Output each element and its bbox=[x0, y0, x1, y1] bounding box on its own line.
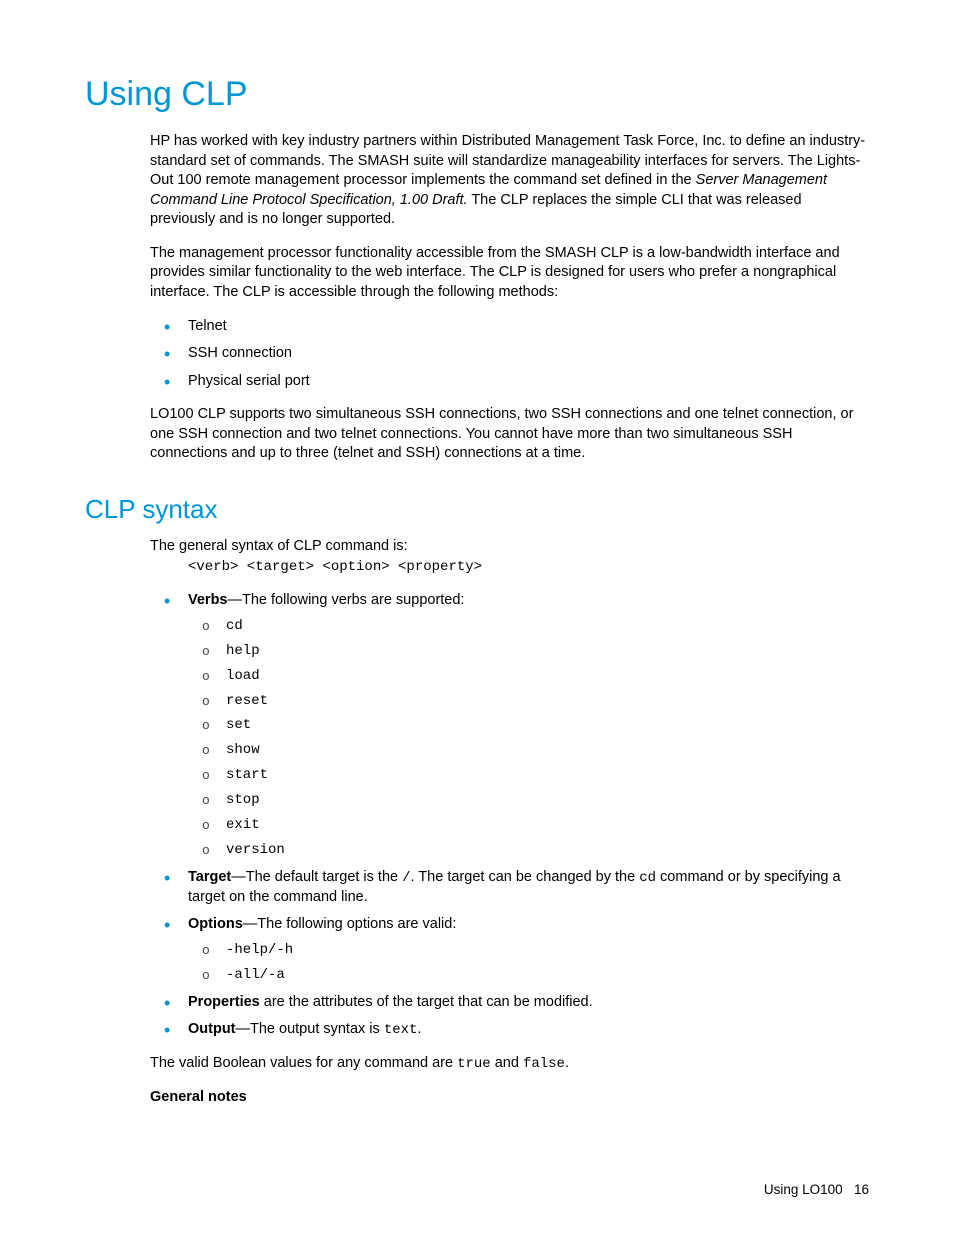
target-label: Target bbox=[188, 869, 231, 885]
access-methods-list: Telnet SSH connection Physical serial po… bbox=[150, 317, 869, 392]
list-item: SSH connection bbox=[150, 344, 869, 364]
bool-true: true bbox=[457, 1056, 491, 1072]
syntax-line: <verb> <target> <option> <property> bbox=[188, 558, 869, 577]
options-list: -help/-h -all/-a bbox=[188, 941, 869, 985]
list-item: Physical serial port bbox=[150, 372, 869, 392]
intro-paragraph-2: The management processor functionality a… bbox=[150, 244, 869, 303]
list-item: reset bbox=[188, 692, 869, 711]
syntax-components-list: Verbs—The following verbs are supported:… bbox=[150, 591, 869, 1040]
verbs-item: Verbs—The following verbs are supported:… bbox=[150, 591, 869, 859]
list-item: exit bbox=[188, 816, 869, 835]
properties-label: Properties bbox=[188, 994, 260, 1010]
list-item: -all/-a bbox=[188, 966, 869, 985]
list-item: load bbox=[188, 667, 869, 686]
target-text-b: . The target can be changed by the bbox=[411, 869, 640, 885]
target-text-a: —The default target is the bbox=[231, 869, 402, 885]
bool-false: false bbox=[523, 1056, 565, 1072]
output-item: Output—The output syntax is text. bbox=[150, 1020, 869, 1040]
list-item: show bbox=[188, 741, 869, 760]
page-footer: Using LO100 16 bbox=[764, 1182, 869, 1197]
target-slash: / bbox=[402, 870, 410, 886]
list-item: -help/-h bbox=[188, 941, 869, 960]
bool-a: The valid Boolean values for any command… bbox=[150, 1055, 457, 1071]
syntax-block: The general syntax of CLP command is: <v… bbox=[150, 537, 869, 1108]
options-item: Options—The following options are valid:… bbox=[150, 915, 869, 984]
footer-page-number: 16 bbox=[854, 1182, 869, 1197]
footer-section-label: Using LO100 bbox=[764, 1182, 843, 1197]
list-item: version bbox=[188, 841, 869, 860]
intro-block: HP has worked with key industry partners… bbox=[150, 132, 869, 464]
verbs-text: —The following verbs are supported: bbox=[228, 592, 465, 608]
document-page: Using CLP HP has worked with key industr… bbox=[0, 0, 954, 1235]
list-item: start bbox=[188, 766, 869, 785]
syntax-intro: The general syntax of CLP command is: bbox=[150, 537, 869, 557]
output-code: text bbox=[384, 1022, 418, 1038]
list-item: cd bbox=[188, 617, 869, 636]
bool-mid: and bbox=[491, 1055, 523, 1071]
intro-paragraph-1: HP has worked with key industry partners… bbox=[150, 132, 869, 230]
options-text: —The following options are valid: bbox=[243, 916, 457, 932]
general-notes-heading: General notes bbox=[150, 1088, 869, 1108]
list-item: stop bbox=[188, 791, 869, 810]
list-item: set bbox=[188, 716, 869, 735]
section-title-clp-syntax: CLP syntax bbox=[85, 494, 869, 525]
verbs-list: cd help load reset set show start stop e… bbox=[188, 617, 869, 860]
verbs-label: Verbs bbox=[188, 592, 228, 608]
options-label: Options bbox=[188, 916, 243, 932]
properties-item: Properties are the attributes of the tar… bbox=[150, 993, 869, 1013]
bool-end: . bbox=[565, 1055, 569, 1071]
properties-text: are the attributes of the target that ca… bbox=[260, 994, 593, 1010]
boolean-note: The valid Boolean values for any command… bbox=[150, 1054, 869, 1074]
output-text-b: . bbox=[417, 1021, 421, 1037]
output-text-a: —The output syntax is bbox=[236, 1021, 384, 1037]
intro-paragraph-3: LO100 CLP supports two simultaneous SSH … bbox=[150, 405, 869, 464]
list-item: Telnet bbox=[150, 317, 869, 337]
list-item: help bbox=[188, 642, 869, 661]
page-title: Using CLP bbox=[85, 75, 869, 114]
output-label: Output bbox=[188, 1021, 236, 1037]
target-item: Target—The default target is the /. The … bbox=[150, 868, 869, 907]
cd-code: cd bbox=[639, 870, 656, 886]
